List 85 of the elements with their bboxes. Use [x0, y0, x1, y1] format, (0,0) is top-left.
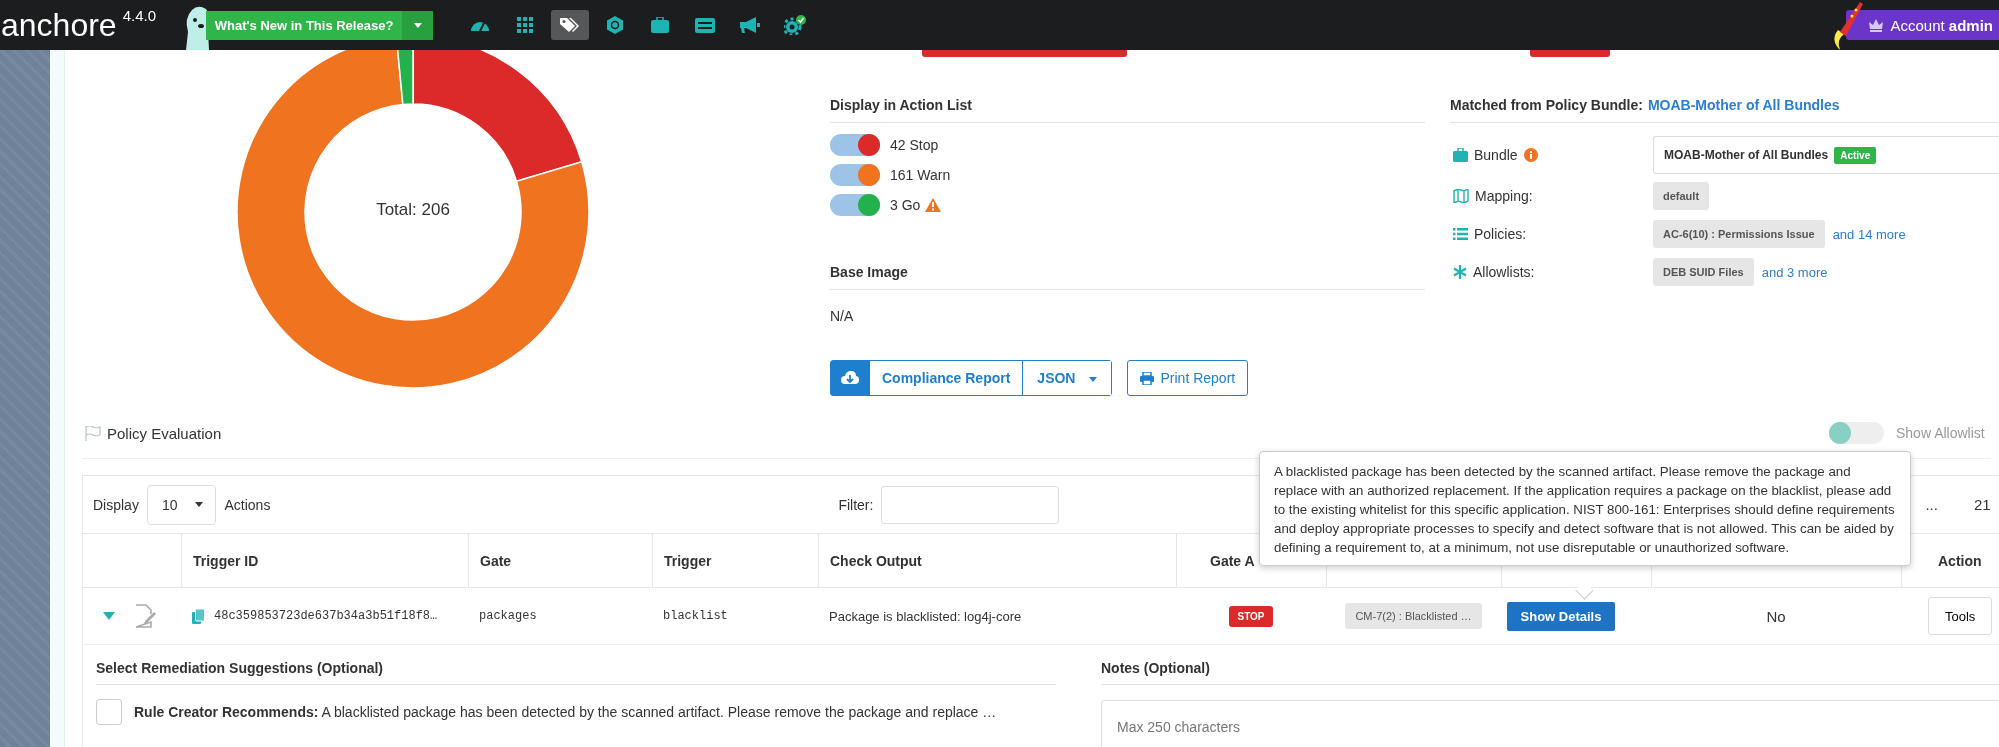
- page-size-select[interactable]: 10: [146, 484, 217, 525]
- bundle-name: MOAB-Mother of All Bundles: [1664, 148, 1829, 162]
- download-button[interactable]: [831, 361, 869, 395]
- filter-label: Filter:: [838, 496, 874, 513]
- display-label: Display: [93, 496, 139, 513]
- column-header[interactable]: Action: [1938, 552, 1982, 569]
- expand-toggle-icon[interactable]: [103, 612, 115, 620]
- pagination-link[interactable]: ...: [1925, 496, 1938, 513]
- list-icon: [1453, 228, 1468, 240]
- toggle-label: 3 Go: [890, 197, 921, 213]
- copy-icon[interactable]: [192, 608, 205, 624]
- briefcase-icon: [1453, 148, 1468, 162]
- caret-icon: [195, 502, 204, 507]
- tools-button[interactable]: Tools: [1928, 597, 1993, 635]
- megaphone-icon: [740, 17, 760, 33]
- printer-icon: [1140, 371, 1155, 385]
- more-link[interactable]: and 3 more: [1761, 264, 1828, 280]
- briefcase-icon: [651, 17, 669, 33]
- toggle-switch[interactable]: [830, 164, 880, 186]
- row-label: Bundle: [1474, 147, 1518, 163]
- caret-icon: [1089, 376, 1098, 382]
- toggle-label: 42 Stop: [890, 137, 939, 153]
- row-label: Mapping:: [1475, 188, 1533, 204]
- asterisk-icon: [1453, 265, 1467, 279]
- pagination-link[interactable]: 21: [1973, 496, 1991, 513]
- filter-field[interactable]: [881, 485, 1060, 524]
- section-heading: Display in Action List: [830, 57, 1425, 123]
- toggle-switch[interactable]: [830, 134, 880, 156]
- show-details-button[interactable]: Show Details: [1506, 601, 1616, 631]
- display-label: Actions: [224, 496, 271, 513]
- base-image-value: N/A: [830, 307, 855, 324]
- notes-field[interactable]: Max 250 characters: [1101, 700, 1999, 747]
- table-cell: blacklist: [663, 609, 728, 623]
- grid-icon: [517, 17, 533, 33]
- flag-icon: [85, 425, 101, 441]
- tooltip: A blacklisted package has been detected by the scanned artifact. Please remove the package and replace with an authorized replacement. If the application requires a package on the blacklist, please add to the existing whitelist for this specific application. NIST 800-161: Enterprises should define requirements and deploy appropriate processes to specify and detect software that is not allowed. This can be aided by defining a requirement to, at a minimum, not use disreputable or unauthorized software.: [1259, 451, 1911, 566]
- tags-nav-button[interactable]: [551, 10, 589, 40]
- row-label: Policies:: [1474, 226, 1527, 242]
- checkbox[interactable]: [96, 699, 122, 725]
- tag-chip: AC-6(10) : Permissions Issue: [1653, 220, 1825, 248]
- table-cell: Package is blacklisted: log4j-core: [829, 608, 1022, 624]
- status-badge: Active: [1834, 146, 1877, 164]
- version-label: 4.4.0: [122, 7, 156, 24]
- caret-icon: [413, 22, 422, 28]
- table-cell: 48c359853723de637b34a3b51f18f8…: [214, 609, 438, 623]
- info-icon: [1523, 148, 1538, 162]
- tag-chip: default: [1653, 182, 1710, 210]
- edit-document-icon[interactable]: [133, 604, 157, 628]
- section-heading: Matched from Policy Bundle:: [1450, 97, 1643, 113]
- dropdown-button[interactable]: [402, 10, 433, 40]
- chart-total-label: Total: 206: [375, 200, 451, 220]
- column-header[interactable]: Trigger ID: [193, 552, 259, 569]
- section-heading: Select Remediation Suggestions (Optional): [96, 645, 1056, 685]
- tags-icon: [560, 17, 580, 33]
- toggle-switch[interactable]: [830, 194, 880, 216]
- bundle-field[interactable]: MOAB-Mother of All Bundles Active: [1653, 136, 1999, 174]
- toggle-switch[interactable]: [1829, 422, 1884, 444]
- cloud-download-icon: [841, 371, 859, 385]
- toggle-label: Show Allowlist: [1896, 425, 1986, 441]
- crown-icon: [1868, 18, 1885, 32]
- suggestion-text: Rule Creator Recommends: A blacklisted package has been detected by the scanned artifact. Please remove the package and replace …: [134, 704, 997, 720]
- hexagon-icon: [606, 16, 624, 34]
- account-button[interactable]: Account admin: [1846, 10, 1999, 40]
- table-icon: [695, 17, 715, 33]
- section-title: Policy Evaluation: [107, 424, 222, 442]
- column-header[interactable]: Gate: [480, 552, 512, 569]
- map-icon: [1453, 189, 1469, 203]
- section-heading: Notes (Optional): [1101, 645, 1999, 685]
- more-link[interactable]: and 14 more: [1832, 226, 1906, 242]
- column-header[interactable]: Gate A: [1210, 552, 1255, 569]
- rule-chip: CM-7(2) : Blacklisted …: [1345, 603, 1482, 629]
- column-header[interactable]: Trigger: [664, 552, 712, 569]
- bundle-link[interactable]: MOAB-Mother of All Bundles: [1647, 97, 1840, 113]
- tag-chip: DEB SUID Files: [1653, 258, 1754, 286]
- gate-action-badge: STOP: [1229, 605, 1273, 627]
- table-cell: packages: [479, 609, 537, 623]
- row-label: Allowlists:: [1473, 264, 1535, 280]
- table-cell: No: [1766, 607, 1786, 625]
- section-heading: Base Image: [830, 216, 1425, 290]
- toggle-label: 161 Warn: [890, 167, 951, 183]
- column-header[interactable]: Check Output: [830, 552, 922, 569]
- print-report-button[interactable]: Print Report: [1127, 360, 1249, 396]
- gear-icon: [784, 15, 806, 35]
- logo[interactable]: anchore: [1, 6, 117, 44]
- format-dropdown[interactable]: JSON: [1022, 361, 1112, 395]
